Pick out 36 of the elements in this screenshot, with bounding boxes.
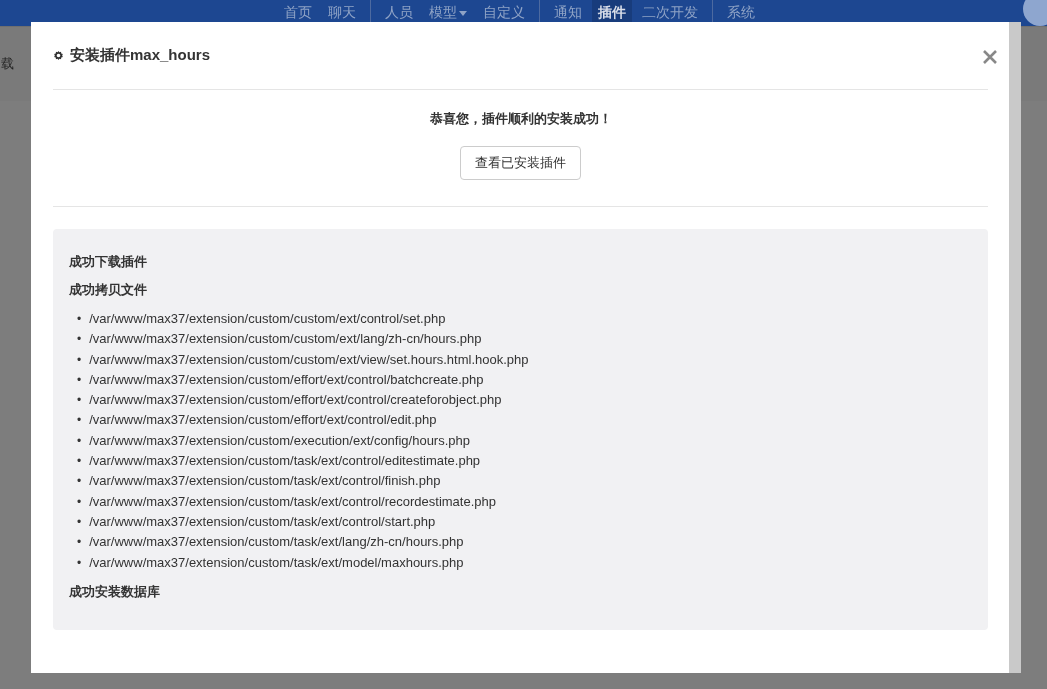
nav-item[interactable]: 模型 (423, 0, 473, 27)
file-path: /var/www/max37/extension/custom/effort/ext/control/edit.php (89, 411, 437, 430)
bullet: • (77, 311, 82, 328)
log-heading: 成功拷贝文件 (69, 281, 148, 299)
file-path: /var/www/max37/extension/custom/task/ext/control/editestimate.php (89, 452, 481, 471)
file-path: /var/www/max37/extension/custom/task/ext/control/recordestimate.php (89, 492, 496, 511)
file-path: /var/www/max37/extension/custom/effort/ext/control/createforobject.php (89, 391, 502, 410)
bullet: • (77, 473, 82, 491)
log-heading: 成功安装数据库 (69, 582, 161, 601)
file-path: /var/www/max37/extension/custom/execution/ext/config/hours.php (89, 431, 470, 450)
bullet: • (77, 351, 82, 369)
scrollbar[interactable] (1009, 22, 1021, 673)
dialog-title: 安装插件max_hours (70, 46, 212, 65)
bullet: • (77, 493, 82, 511)
file-path: /var/www/max37/extension/custom/task/ext/control/start.php (89, 512, 436, 531)
file-path: /var/www/max37/extension/custom/task/ext/lang/zh-cn/hours.php (89, 533, 464, 552)
file-path: /var/www/max37/extension/custom/effort/ext/control/batchcreate.php (89, 370, 484, 389)
file-path: /var/www/max37/extension/custom/task/ext/model/maxhours.php (89, 553, 464, 572)
bullet: • (77, 554, 82, 572)
file-path: /var/www/max37/extension/custom/custom/ext/view/set.hours.html.hook.php (89, 350, 529, 369)
bullet: • (77, 412, 82, 430)
file-path: /var/www/max37/extension/custom/custom/ext/lang/zh-cn/hours.php (89, 330, 482, 349)
bullet: • (77, 331, 82, 349)
settings-icon (53, 50, 64, 61)
success-message: 恭喜您，插件顺利的安装成功！ (429, 110, 612, 128)
bullet: • (77, 371, 82, 389)
bullet: • (77, 513, 82, 531)
bullet: • (77, 392, 82, 410)
file-path: /var/www/max37/extension/custom/custom/ext/control/set.php (89, 310, 446, 328)
bullet: • (77, 453, 82, 471)
bullet: • (77, 432, 82, 450)
bullet: • (77, 534, 82, 552)
log-heading: 成功下载插件 (69, 253, 148, 271)
page-text: 载 (1, 55, 14, 73)
file-path: /var/www/max37/extension/custom/task/ext/control/finish.php (89, 472, 441, 491)
view-installed-button[interactable]: 查看已安装插件 (460, 146, 581, 180)
